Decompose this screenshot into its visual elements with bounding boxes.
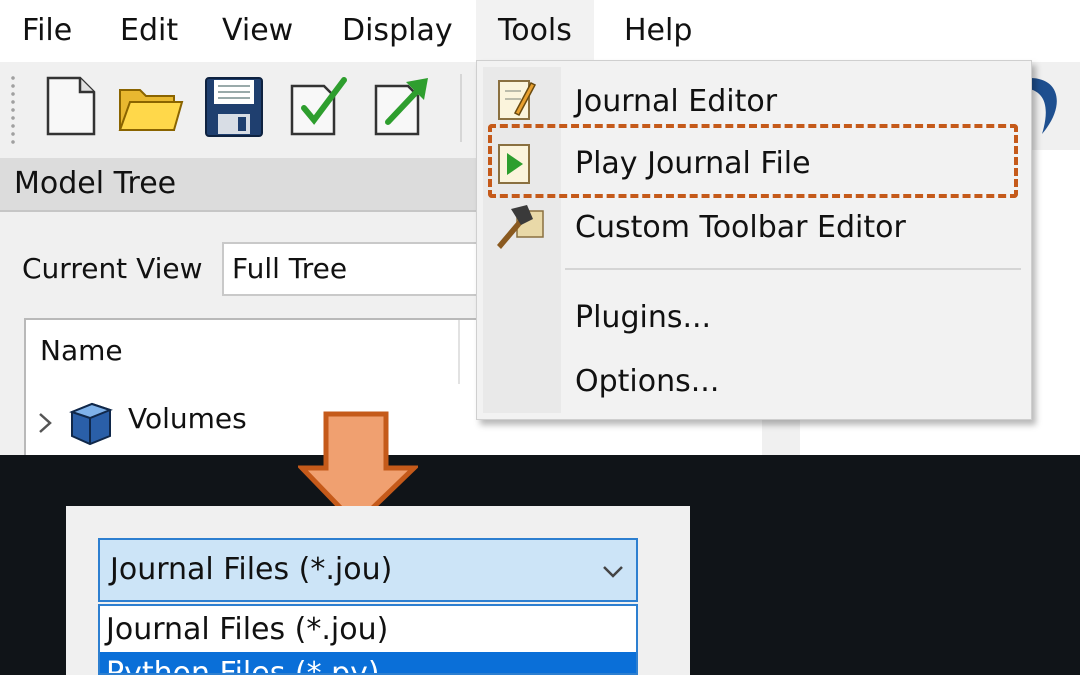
column-header-name[interactable]: Name [40, 334, 123, 367]
current-view-value: Full Tree [232, 252, 348, 285]
tree-row-label: Volumes [128, 402, 247, 435]
new-file-button[interactable] [38, 72, 106, 140]
check-document-icon [290, 77, 347, 136]
journal-editor-icon [498, 80, 537, 120]
menu-item-custom-toolbar-editor[interactable]: Custom Toolbar Editor [575, 197, 906, 259]
cube-icon [69, 402, 113, 446]
file-type-option-python-row[interactable]: Python Files (*.py) [100, 652, 636, 675]
toolbar-separator [460, 74, 462, 142]
file-type-options-list: Journal Files (*.jou) Python Files (*.py… [98, 604, 638, 675]
file-type-filter-value: Journal Files (*.jou) [110, 552, 393, 587]
file-type-filter-select[interactable]: Journal Files (*.jou) [98, 538, 638, 602]
hammer-icon [497, 205, 544, 249]
toolbar-grip-handle[interactable] [10, 74, 16, 144]
file-dialog-crop: Journal Files (*.jou) Journal Files (*.j… [66, 506, 690, 675]
menu-help[interactable]: Help [602, 0, 714, 62]
export-document-button[interactable] [368, 72, 436, 140]
menu-item-options[interactable]: Options... [575, 351, 719, 413]
menu-bar: File Edit View Display Tools Help [0, 0, 1080, 62]
chevron-right-icon[interactable] [34, 410, 56, 436]
menu-separator [565, 268, 1021, 270]
menu-view[interactable]: View [200, 0, 315, 62]
file-type-option-python: Python Files (*.py) [106, 656, 380, 675]
open-folder-button[interactable] [116, 72, 184, 140]
save-button[interactable] [200, 72, 268, 140]
tools-dropdown-menu: Journal Editor Play Journal File Custom … [476, 60, 1032, 420]
current-view-label: Current View [22, 252, 203, 285]
export-document-icon [374, 78, 428, 136]
file-type-option-journal[interactable]: Journal Files (*.jou) [106, 608, 388, 652]
chevron-down-icon[interactable] [600, 558, 626, 584]
menu-file[interactable]: File [0, 0, 94, 62]
screenshot-stage: File Edit View Display Tools Help Model … [0, 0, 1080, 675]
column-divider[interactable] [458, 320, 460, 384]
new-file-icon [46, 76, 96, 136]
save-icon [205, 77, 263, 137]
check-document-button[interactable] [284, 72, 352, 140]
menu-display[interactable]: Display [320, 0, 475, 62]
highlight-annotation-box [488, 124, 1018, 198]
menu-tools[interactable]: Tools [476, 0, 594, 62]
menu-item-plugins[interactable]: Plugins... [575, 287, 711, 349]
open-folder-icon [118, 89, 184, 131]
model-tree-title: Model Tree [14, 166, 177, 201]
menu-edit[interactable]: Edit [98, 0, 200, 62]
